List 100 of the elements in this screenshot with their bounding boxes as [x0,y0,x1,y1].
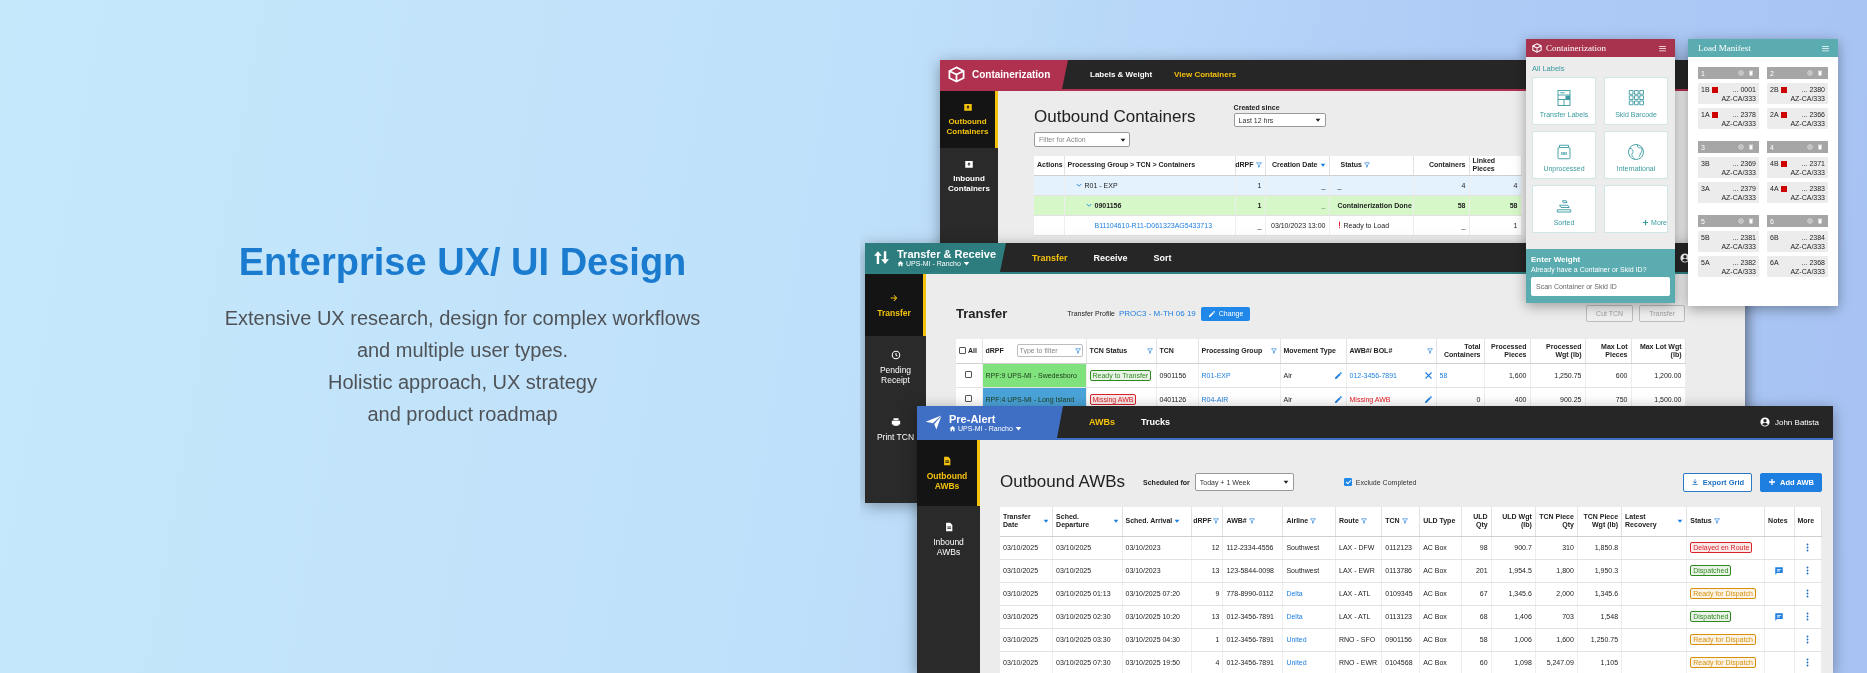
checkbox[interactable] [965,395,973,402]
download-icon [1690,478,1699,486]
edit-button[interactable] [1333,370,1343,380]
description: Extensive UX research, design for complex workflows and multiple user types. Holistic approach, UX strategy and product roadmap [223,306,702,427]
page-title: Transfer [956,306,1008,321]
caret-icon [1120,136,1126,143]
circle-icon [1807,70,1813,76]
app-title: Containerization [972,69,1051,80]
cube-icon [948,66,965,83]
box-icon [962,102,973,112]
filter-icon [1270,347,1277,354]
sidebar-item[interactable]: Pending Receipt [871,336,920,398]
stacked-trays-icon [1555,197,1573,215]
sidebar-item[interactable]: Inbound AWBs [924,506,973,572]
circle-icon [1738,144,1744,150]
filter-icon [1401,518,1408,525]
panel-title: Containerization [1546,43,1606,53]
menu-icon [1658,43,1667,53]
checkbox[interactable] [965,371,973,378]
trash-icon [1817,144,1823,150]
nav-tab[interactable]: Labels & Weight [1090,70,1153,79]
globe-icon [1627,143,1645,161]
filter-icon [1074,347,1081,354]
circle-icon [1738,218,1744,224]
plus-icon [1642,219,1650,226]
chat-icon [1774,565,1785,576]
headline: Enterprise UX/ UI Design [237,240,688,285]
more-icon [1806,658,1810,667]
nav-tab[interactable]: Sort [1153,252,1172,263]
filter-icon [1213,518,1220,525]
printer-icon [890,416,901,427]
circle-icon [1807,144,1813,150]
more-icon [1806,589,1810,598]
trash-icon [1817,70,1823,76]
grid-icon [1627,89,1645,107]
label-sheet-icon [1555,89,1573,107]
nav-tab[interactable]: AWBs [1089,417,1115,427]
sidebar-item[interactable]: Transfer [865,274,926,336]
checkbox[interactable] [1343,478,1352,486]
sidebar-item[interactable]: Outbound AWBs [917,440,980,506]
trash-icon [1748,218,1754,224]
page-title: Outbound Containers [1034,107,1196,127]
app-title: Pre-Alert [949,412,997,425]
nav-tab[interactable]: Transfer [1032,252,1068,263]
more-icon [1806,612,1810,621]
nav-tab[interactable]: View Containers [1174,70,1237,79]
box-icon [964,159,974,169]
checkbox[interactable] [959,347,966,355]
more-button[interactable] [1806,635,1810,644]
document-icon [942,455,952,466]
home-icon [897,260,904,267]
caret-icon [1174,518,1181,525]
more-button[interactable] [1806,589,1810,598]
app-title: Transfer & Receive [897,248,997,260]
more-icon [1806,635,1810,644]
more-button[interactable] [1806,566,1810,575]
caret-icon [1319,162,1326,169]
document-icon [943,521,954,532]
trash-icon [1748,70,1754,76]
sidebar-item[interactable]: Print TCN [876,398,915,460]
cube-icon [1532,43,1542,53]
circle-icon [1807,218,1813,224]
clock-icon [890,349,901,360]
caret-icon [1282,479,1289,485]
filter-icon [1360,518,1367,525]
menu-icon [1821,43,1830,53]
filter-icon [1426,347,1433,354]
more-button[interactable] [1806,543,1810,552]
trash-icon [1817,218,1823,224]
filter-icon [1255,162,1262,169]
filter-icon [1363,162,1370,169]
notes-button[interactable] [1774,565,1785,576]
notes-button[interactable] [1774,611,1785,622]
sidebar-item[interactable]: Outbound Containers [940,91,998,148]
section-title: Enter Weight [1531,255,1582,264]
filter-icon [1713,518,1720,525]
sidebar-item[interactable]: Inbound Containers [945,148,993,205]
more-button[interactable] [1806,658,1810,667]
edit-button[interactable] [1333,394,1343,404]
caret-icon [962,260,970,267]
clear-button[interactable] [1423,370,1433,380]
more-button[interactable] [1806,612,1810,621]
link[interactable]: PROC3 - M-TH 06 19 [1118,309,1196,318]
caret-icon [1677,518,1684,525]
page-title: Outbound AWBs [1000,472,1126,492]
more-icon [1806,566,1810,575]
edit-button[interactable] [1423,394,1433,404]
user-icon [1759,417,1770,427]
plus-icon [1768,478,1777,486]
chat-icon [1774,611,1785,622]
filter-icon [1248,518,1255,525]
nav-tab[interactable]: Trucks [1141,417,1171,427]
nav-tab[interactable]: Receive [1093,252,1128,263]
pencil-icon [1423,394,1433,404]
trash-icon [1748,144,1754,150]
user-menu[interactable]: John Batista [1759,417,1819,427]
home-icon [949,424,956,432]
panel-title: Load Manifest [1698,43,1751,53]
caret-icon [1014,424,1022,432]
circle-icon [1738,70,1744,76]
